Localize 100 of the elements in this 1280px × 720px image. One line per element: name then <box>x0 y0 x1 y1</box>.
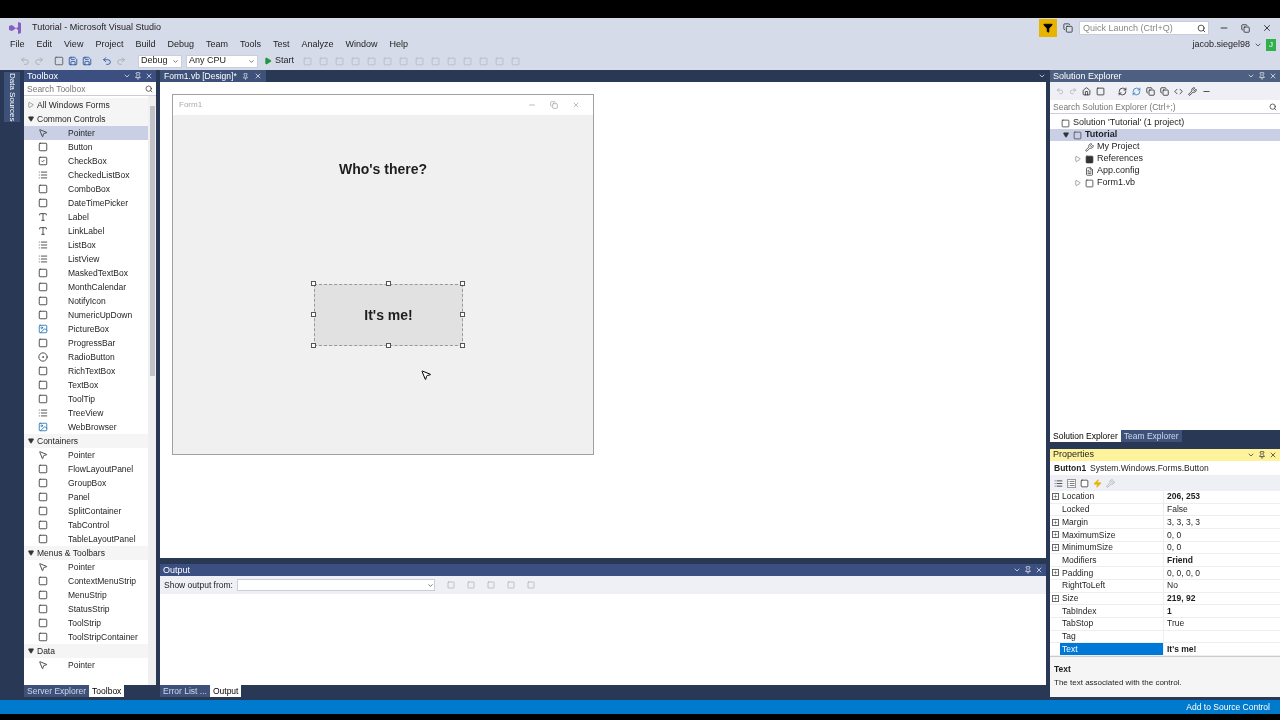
menu-item[interactable]: Window <box>339 38 384 52</box>
menu-item[interactable]: Edit <box>30 38 59 52</box>
quick-launch-field[interactable]: Quick Launch (Ctrl+Q) <box>1079 21 1209 35</box>
form-window[interactable]: Form1 Who's there? It's me! <box>172 94 594 455</box>
resize-handle[interactable] <box>311 281 316 286</box>
property-row[interactable]: Margin 3, 3, 3, 3 <box>1050 516 1280 530</box>
window-tab[interactable]: Toolbox <box>89 685 125 697</box>
control-item[interactable]: SplitContainer <box>24 504 148 518</box>
tree-item[interactable]: App.config <box>1050 165 1280 177</box>
control-item[interactable]: PictureBox <box>24 322 148 336</box>
toolbox-group[interactable]: Menus & Toolbars <box>24 546 148 560</box>
expanded-arrow-icon[interactable] <box>28 116 34 122</box>
expanded-arrow-icon[interactable] <box>28 648 34 654</box>
object-selector[interactable]: Button1 System.Windows.Forms.Button <box>1050 461 1280 475</box>
resize-handle[interactable] <box>311 312 316 317</box>
source-control-label[interactable]: Add to Source Control <box>1186 700 1270 714</box>
user-name[interactable]: jacob.siegel98 <box>1192 38 1250 52</box>
close-icon[interactable] <box>1262 23 1272 33</box>
side-tab[interactable]: Data Sources <box>4 72 20 123</box>
caret-icon[interactable] <box>1254 41 1262 49</box>
dropdown-icon[interactable] <box>1247 72 1255 80</box>
pin-icon[interactable] <box>1024 566 1032 574</box>
control-item[interactable]: TextBox <box>24 378 148 392</box>
resize-handle[interactable] <box>460 343 465 348</box>
properties-icon[interactable] <box>1080 478 1089 488</box>
scrollbar[interactable] <box>148 96 156 685</box>
control-item[interactable]: ComboBox <box>24 182 148 196</box>
expand-icon[interactable] <box>1051 493 1059 501</box>
control-item[interactable]: Button <box>24 140 148 154</box>
window-tab[interactable]: Solution Explorer <box>1050 430 1121 442</box>
window-tab[interactable]: Server Explorer <box>24 685 90 697</box>
control-item[interactable]: RichTextBox <box>24 364 148 378</box>
control-item[interactable]: CheckBox <box>24 154 148 168</box>
control-item[interactable]: CheckedListBox <box>24 168 148 182</box>
notification-button[interactable] <box>1039 19 1057 37</box>
collapsed-arrow-icon[interactable] <box>1075 156 1081 162</box>
close-icon[interactable] <box>1269 451 1277 459</box>
property-row[interactable]: TabStop True <box>1050 617 1280 631</box>
property-row[interactable]: Size 219, 92 <box>1050 592 1280 606</box>
feedback-icon[interactable] <box>1063 23 1073 33</box>
property-row[interactable]: Modifiers Friend <box>1050 554 1280 568</box>
property-row[interactable]: Padding 0, 0, 0, 0 <box>1050 567 1280 580</box>
control-item[interactable]: Pointer <box>24 658 148 672</box>
menu-item[interactable]: Analyze <box>295 38 340 52</box>
view-icon[interactable] <box>1096 86 1105 96</box>
form-button[interactable]: It's me! <box>314 284 463 346</box>
tree-item[interactable]: Form1.vb <box>1050 177 1280 189</box>
control-item[interactable]: ListView <box>24 252 148 266</box>
collapse-icon[interactable] <box>1146 86 1155 96</box>
menu-item[interactable]: Project <box>89 38 130 52</box>
undo-icon[interactable] <box>102 56 112 66</box>
dropdown-icon[interactable] <box>1038 72 1046 80</box>
control-item[interactable]: TabControl <box>24 518 148 532</box>
configuration-dropdown[interactable]: Debug <box>138 54 182 68</box>
control-item[interactable]: MaskedTextBox <box>24 266 148 280</box>
window-tab[interactable]: Output <box>209 685 242 697</box>
control-item[interactable]: ContextMenuStrip <box>24 574 148 588</box>
document-tab[interactable]: Form1.vb [Design]* <box>160 70 266 82</box>
property-row[interactable]: Text It's me! <box>1050 643 1280 656</box>
tree-item[interactable]: Tutorial <box>1050 129 1280 141</box>
alphabetical-icon[interactable] <box>1067 478 1076 488</box>
toolbox-search-field[interactable]: Search Toolbox <box>24 82 156 96</box>
expand-icon[interactable] <box>1051 531 1059 539</box>
refresh-icon[interactable] <box>1132 86 1141 96</box>
control-item[interactable]: Panel <box>24 490 148 504</box>
property-row[interactable]: MinimumSize 0, 0 <box>1050 541 1280 555</box>
menu-item[interactable]: View <box>58 38 90 52</box>
expand-icon[interactable] <box>1051 518 1059 526</box>
property-row[interactable]: TabIndex 1 <box>1050 605 1280 618</box>
resize-handle[interactable] <box>311 343 316 348</box>
pin-icon[interactable] <box>1258 72 1266 80</box>
control-item[interactable]: RadioButton <box>24 350 148 364</box>
control-item[interactable]: FlowLayoutPanel <box>24 462 148 476</box>
restore-icon[interactable] <box>1241 23 1250 33</box>
control-item[interactable]: NotifyIcon <box>24 294 148 308</box>
home-icon[interactable] <box>1082 86 1091 96</box>
menu-item[interactable]: Help <box>383 38 415 52</box>
resize-handle[interactable] <box>460 312 465 317</box>
resize-handle[interactable] <box>385 343 391 348</box>
control-item[interactable]: ToolTip <box>24 392 148 406</box>
control-item[interactable]: ListBox <box>24 238 148 252</box>
control-item[interactable]: ToolStripContainer <box>24 630 148 644</box>
control-item[interactable]: MenuStrip <box>24 588 148 602</box>
tree-item[interactable]: Solution 'Tutorial' (1 project) <box>1050 117 1280 129</box>
control-item[interactable]: NumericUpDown <box>24 308 148 322</box>
control-item[interactable]: TableLayoutPanel <box>24 532 148 546</box>
control-item[interactable]: WebBrowser <box>24 420 148 434</box>
dropdown-icon[interactable] <box>1247 451 1255 459</box>
control-item[interactable]: Pointer <box>24 448 148 462</box>
tree-item[interactable]: References <box>1050 153 1280 165</box>
menu-item[interactable]: File <box>4 38 31 52</box>
wrench-icon[interactable] <box>1188 86 1197 96</box>
platform-dropdown[interactable]: Any CPU <box>186 54 258 68</box>
start-button[interactable]: Start <box>262 54 296 68</box>
property-row[interactable]: MaximumSize 0, 0 <box>1050 529 1280 542</box>
control-item[interactable]: Pointer <box>24 126 148 140</box>
control-item[interactable]: ToolStrip <box>24 616 148 630</box>
menu-item[interactable]: Build <box>129 38 162 52</box>
control-item[interactable]: Pointer <box>24 560 148 574</box>
property-row[interactable]: RightToLeft No <box>1050 579 1280 593</box>
